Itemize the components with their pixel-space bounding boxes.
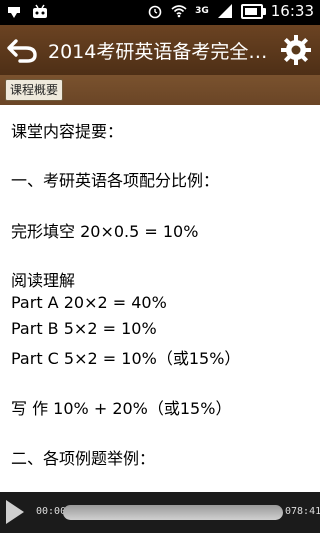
content-line: 课堂内容提要： <box>11 122 124 141</box>
download-notification-icon <box>8 7 20 18</box>
content-line: Part C 5×2 = 10%（或15%） <box>11 349 241 368</box>
signal-icon <box>217 4 232 18</box>
play-icon[interactable] <box>6 500 24 524</box>
content-line: 写 作 10% + 20%（或15%） <box>11 399 232 418</box>
content-line: Part A 20×2 = 40% <box>11 293 167 312</box>
status-bar: 3G 16:33 <box>0 0 320 25</box>
content-line: 一、考研英语各项配分比例： <box>11 171 220 190</box>
gear-icon[interactable] <box>280 34 312 66</box>
status-time: 16:33 <box>270 2 314 20</box>
network-type-label: 3G <box>195 5 209 16</box>
wifi-icon <box>171 5 187 18</box>
title-bar: 2014考研英语备考完全… <box>0 25 320 75</box>
course-content: 课堂内容提要： 一、考研英语各项配分比例： 完形填空 20×0.5 = 10% … <box>0 105 320 492</box>
back-arrow-icon[interactable] <box>6 33 40 67</box>
content-line: 完形填空 20×0.5 = 10% <box>11 222 199 241</box>
tab-bar: 课程概要 <box>0 75 320 105</box>
alarm-icon <box>148 5 162 19</box>
battery-icon <box>240 3 266 19</box>
total-time: 078:41 <box>285 506 320 517</box>
progress-bar[interactable] <box>63 505 283 520</box>
tab-course-summary[interactable]: 课程概要 <box>5 79 64 101</box>
current-time: 00:00 <box>36 506 67 517</box>
content-line: 阅读理解 <box>11 271 76 290</box>
content-line: Part B 5×2 = 10% <box>11 319 157 338</box>
content-line: 二、各项例题举例： <box>11 449 156 468</box>
page-title: 2014考研英语备考完全… <box>48 41 268 63</box>
app-notification-icon <box>33 4 47 18</box>
audio-player: 00:00 078:41 <box>0 492 320 533</box>
